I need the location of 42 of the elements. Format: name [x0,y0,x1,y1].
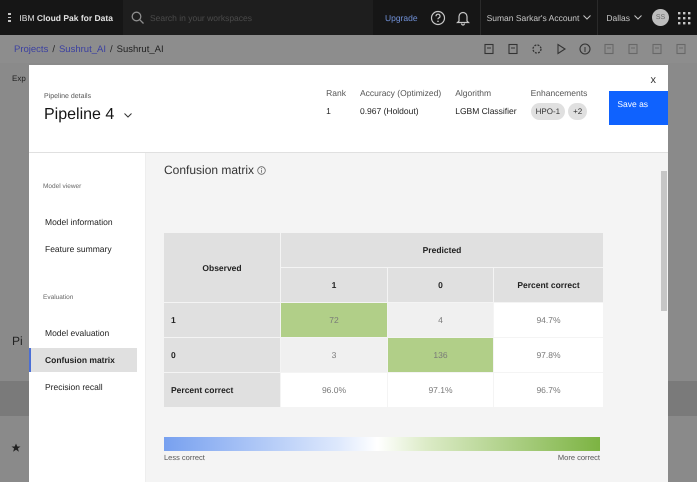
table-cell: 3 [281,338,387,372]
column-header: 0 [388,268,493,302]
breadcrumb-separator: / [52,44,55,54]
save-as-button[interactable]: Save as [609,91,668,125]
table-cell: 72 [281,303,387,337]
stat-value: 0.967 (Holdout) [360,106,420,116]
section-heading: Pi [12,334,23,348]
stat-value: LGBM Classifier [455,106,517,116]
table-cell: 97.1% [388,373,493,407]
row-header: Percent correct [164,373,280,407]
pipeline-dropdown[interactable]: Pipeline 4 [44,106,326,124]
nav-item[interactable]: Model information [29,210,137,234]
section-title: Confusion matrix [164,163,254,177]
close-button[interactable]: x [644,73,662,87]
nav-item[interactable]: Model evaluation [29,321,137,345]
table-cell: 4 [388,303,493,337]
stat-label: Algorithm [455,88,492,98]
stat-label: Accuracy (Optimized) [360,88,442,98]
table-cell: 136 [388,338,493,372]
upgrade-link[interactable]: Upgrade [384,12,418,22]
column-header: Percent correct [494,268,603,302]
stat-label: Rank [326,88,346,98]
breadcrumb-current: Sushrut_AI [116,44,164,54]
table-header: Predicted [281,233,603,267]
stat-label: Enhancements [530,88,588,98]
table-cell: 96.0% [281,373,387,407]
nav-item[interactable]: Confusion matrix [29,348,137,372]
enhancement-tag: +2 [568,103,588,120]
nav-item[interactable]: Feature summary [29,237,137,261]
table-cell: 94.7% [494,303,603,337]
stat-value: 1 [326,106,332,116]
table-cell: 96.7% [494,373,603,407]
product-name[interactable]: IBM Cloud Pak for Data [19,12,113,22]
enhancement-tag: HPO-1 [530,103,566,120]
nav-item[interactable]: Precision recall [29,375,137,399]
table-header: Observed [164,233,280,302]
column-header: 1 [281,268,387,302]
breadcrumb-separator: / [110,44,113,54]
row-header: 0 [164,338,280,372]
tab-label: Exp [12,74,26,83]
row-header: 1 [164,303,280,337]
table-cell: 97.8% [494,338,603,372]
